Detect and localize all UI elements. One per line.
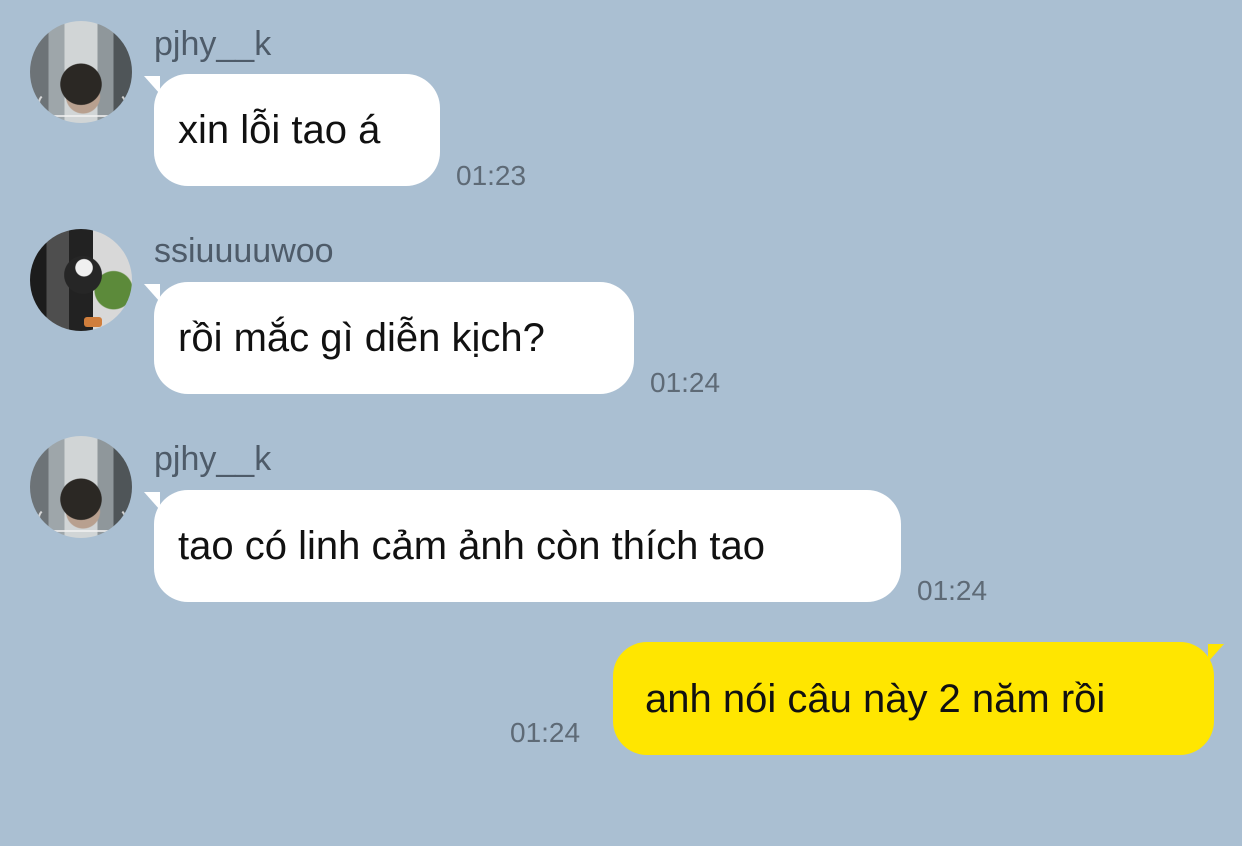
message-timestamp: 01:24 [917, 575, 988, 606]
message-timestamp: 01:24 [510, 717, 581, 748]
message-bubble[interactable]: tao có linh cảm ảnh còn thích tao [144, 490, 901, 602]
sender-name: pjhy__k [154, 440, 272, 478]
chat-thread: pjhy__k xin lỗi tao á 01:23 ssiuuuuwoo r… [0, 0, 1242, 846]
profile-photo-icon[interactable] [30, 229, 132, 331]
message-timestamp: 01:24 [650, 367, 721, 398]
message-timestamp: 01:23 [456, 160, 527, 191]
message-bubble[interactable]: anh nói câu này 2 năm rồi [613, 642, 1224, 755]
profile-photo-icon[interactable] [30, 21, 132, 123]
message-bubble[interactable]: xin lỗi tao á [144, 74, 440, 186]
sender-name: ssiuuuuwoo [154, 232, 334, 270]
profile-photo-icon[interactable] [30, 436, 132, 538]
message-bubble[interactable]: rồi mắc gì diễn kịch? [144, 282, 634, 394]
sender-name: pjhy__k [154, 25, 272, 63]
